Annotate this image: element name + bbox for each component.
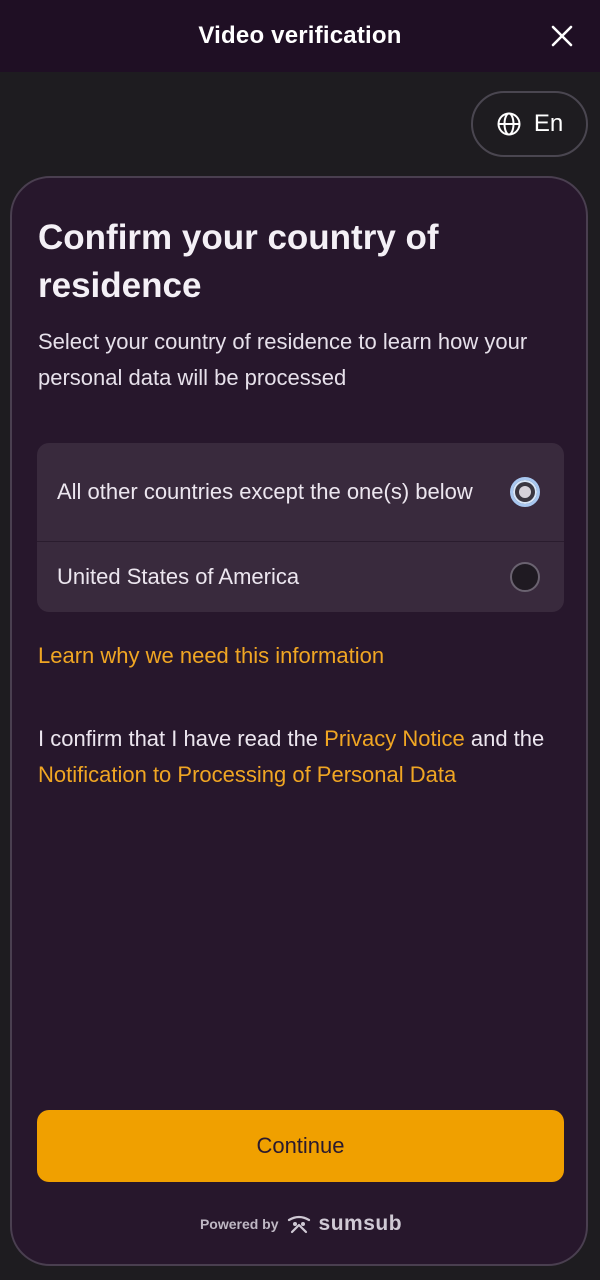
close-button[interactable] (546, 20, 578, 52)
confirm-statement: I confirm that I have read the Privacy N… (38, 721, 578, 793)
continue-button[interactable]: Continue (37, 1110, 564, 1182)
country-options: All other countries except the one(s) be… (37, 443, 564, 612)
radio-button-selected[interactable] (510, 477, 540, 507)
language-selector-button[interactable]: En (471, 91, 588, 157)
close-icon (551, 25, 573, 47)
sumsub-logo-icon (287, 1215, 310, 1234)
powered-by-footer: Powered by sumsub (12, 1212, 590, 1236)
radio-button[interactable] (510, 562, 540, 592)
privacy-notice-link[interactable]: Privacy Notice (324, 726, 465, 751)
card-subtext: Select your country of residence to lear… (38, 329, 528, 390)
country-option-label: All other countries except the one(s) be… (57, 479, 473, 504)
confirm-middle: and the (464, 726, 545, 751)
country-option-usa[interactable]: United States of America (37, 541, 564, 612)
country-option-label: United States of America (57, 564, 300, 589)
card-heading: Confirm your country of residence (38, 218, 439, 305)
confirm-prefix: I confirm that I have read the (38, 726, 325, 751)
notification-link[interactable]: Notification to Processing of Personal D… (38, 762, 456, 787)
top-bar: Video verification (0, 0, 600, 72)
sumsub-brand: sumsub (318, 1212, 403, 1235)
country-option-other[interactable]: All other countries except the one(s) be… (37, 443, 564, 541)
page-title: Video verification (198, 22, 402, 49)
globe-icon (497, 112, 521, 136)
language-label: En (533, 110, 564, 137)
powered-by-label: Powered by (199, 1216, 279, 1232)
residence-card: Confirm your country of residence Select… (10, 176, 588, 1266)
learn-why-link[interactable]: Learn why we need this information (38, 638, 384, 674)
